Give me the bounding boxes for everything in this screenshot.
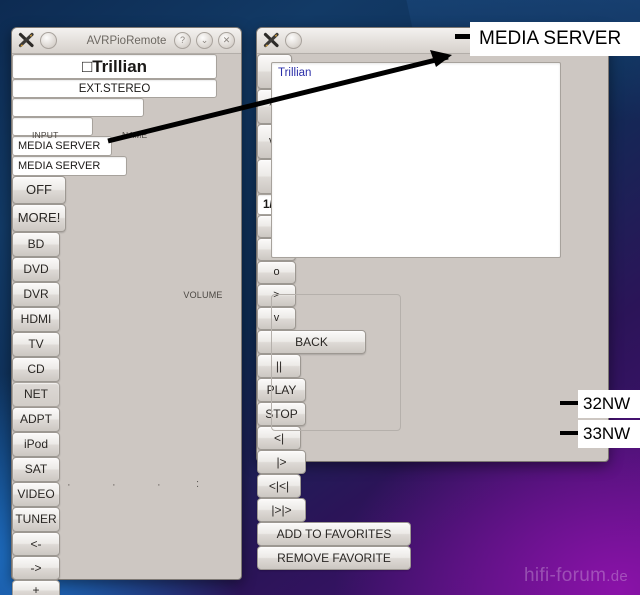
ip-dot-1: · bbox=[67, 479, 71, 491]
dpad-group bbox=[271, 294, 401, 431]
nav-next-button[interactable]: -> bbox=[12, 556, 60, 580]
source-button-dvr[interactable]: DVR bbox=[12, 282, 60, 307]
net-body: Trillian ^ ^^ vv v 1/1 ^ < o > v BACK ||… bbox=[257, 54, 608, 570]
source-button-net[interactable]: NET bbox=[12, 382, 60, 407]
media-list[interactable]: Trillian bbox=[271, 62, 561, 258]
desktop-background: AVRPioRemote ? ⌄ ✕ □Trillian EXT.STEREO … bbox=[0, 0, 640, 595]
rewind-button[interactable]: <|<| bbox=[257, 474, 301, 498]
source-button-video[interactable]: VIDEO bbox=[12, 482, 60, 507]
next-button[interactable]: |> bbox=[257, 450, 306, 474]
ip-colon: : bbox=[196, 478, 200, 490]
source-button-adpt[interactable]: ADPT bbox=[12, 407, 60, 432]
source-button-hdmi[interactable]: HDMI bbox=[12, 307, 60, 332]
minimize-icon[interactable]: ⌄ bbox=[196, 32, 213, 49]
more-button[interactable]: MORE! bbox=[12, 204, 66, 232]
display-line-2: EXT.STEREO bbox=[12, 79, 217, 98]
net-media-window: Net Trillian ^ ^^ vv v 1/1 ^ < o > v BAC… bbox=[256, 27, 609, 570]
source-button-bd[interactable]: BD bbox=[12, 232, 60, 257]
watermark: hifi-forum.de bbox=[524, 565, 628, 587]
avr-remote-window: AVRPioRemote ? ⌄ ✕ □Trillian EXT.STEREO … bbox=[11, 27, 242, 595]
name-label: NAME bbox=[122, 130, 148, 140]
source-button-tuner[interactable]: TUNER bbox=[12, 507, 60, 532]
ip-dot-3: · bbox=[157, 479, 161, 491]
remote-window-buttons: ? ⌄ ✕ bbox=[169, 32, 235, 49]
app-x-icon bbox=[263, 32, 280, 49]
annotation-media-server: MEDIA SERVER bbox=[470, 22, 640, 56]
source-button-ipod[interactable]: iPod bbox=[12, 432, 60, 457]
annotation-32nw: 32NW bbox=[578, 390, 640, 418]
volume-up-button[interactable]: + bbox=[12, 580, 60, 595]
input-label: INPUT bbox=[32, 130, 59, 140]
power-off-button[interactable]: OFF bbox=[12, 176, 66, 204]
remote-body: □Trillian EXT.STEREO INPUT NAME MEDIA SE… bbox=[12, 54, 241, 595]
remote-titlebar[interactable]: AVRPioRemote ? ⌄ ✕ bbox=[12, 28, 241, 54]
close-icon[interactable]: ✕ bbox=[218, 32, 235, 49]
nav-prev-button[interactable]: <- bbox=[12, 532, 60, 556]
watermark-tld: .de bbox=[606, 568, 628, 585]
display-line-3 bbox=[12, 98, 144, 117]
help-icon[interactable]: ? bbox=[174, 32, 191, 49]
source-button-sat[interactable]: SAT bbox=[12, 457, 60, 482]
name-field[interactable]: MEDIA SERVER bbox=[12, 156, 127, 176]
fast-forward-button[interactable]: |>|> bbox=[257, 498, 306, 522]
source-button-dvd[interactable]: DVD bbox=[12, 257, 60, 282]
add-to-favorites-button[interactable]: ADD TO FAVORITES bbox=[257, 522, 411, 546]
input-combobox[interactable]: MEDIA SERVER bbox=[12, 136, 112, 156]
source-button-cd[interactable]: CD bbox=[12, 357, 60, 382]
remove-favorite-button[interactable]: REMOVE FAVORITE bbox=[257, 546, 411, 570]
volume-label: VOLUME bbox=[183, 290, 223, 300]
window-menu-icon[interactable] bbox=[40, 32, 57, 49]
list-item[interactable]: Trillian bbox=[278, 67, 554, 79]
app-x-icon bbox=[18, 32, 35, 49]
window-menu-icon[interactable] bbox=[285, 32, 302, 49]
display-line-1: □Trillian bbox=[12, 54, 217, 79]
annotation-33nw: 33NW bbox=[578, 420, 640, 448]
watermark-text: hifi-forum bbox=[524, 565, 607, 586]
ip-dot-2: · bbox=[112, 479, 116, 491]
source-button-tv[interactable]: TV bbox=[12, 332, 60, 357]
dpad-ok-button[interactable]: o bbox=[257, 261, 296, 284]
